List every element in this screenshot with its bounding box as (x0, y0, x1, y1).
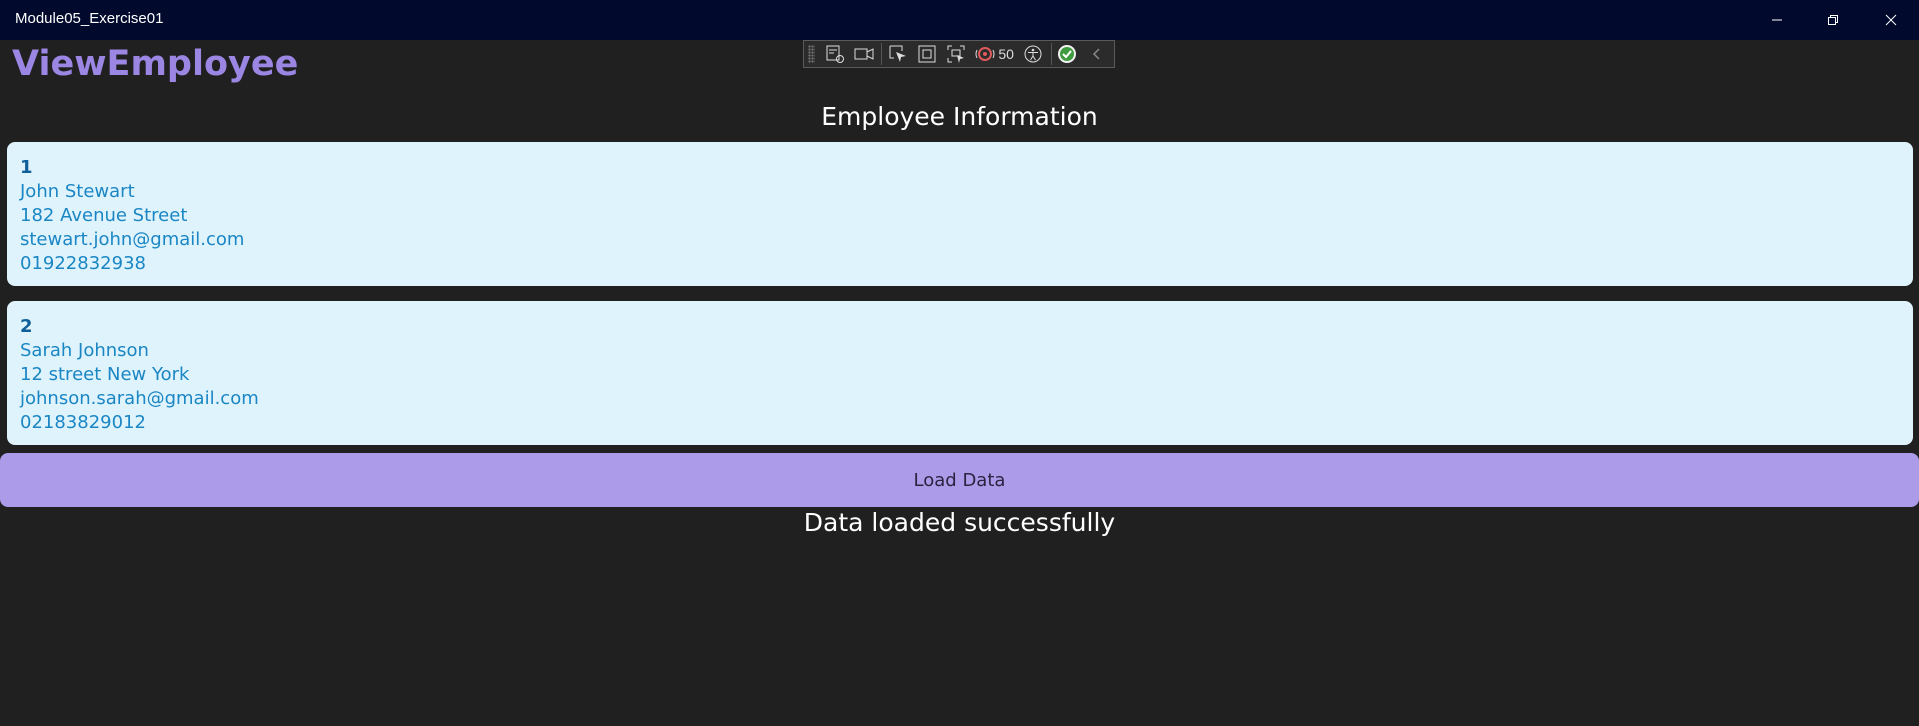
hot-reload-icon[interactable] (973, 41, 996, 67)
checkmark-icon[interactable] (1056, 41, 1079, 67)
restore-icon (1827, 14, 1839, 26)
select-element-icon[interactable] (886, 41, 909, 67)
employee-card[interactable]: 1 John Stewart 182 Avenue Street stewart… (7, 142, 1913, 286)
chevron-left-icon[interactable] (1085, 41, 1108, 67)
close-button[interactable] (1863, 0, 1919, 40)
employee-address: 182 Avenue Street (20, 205, 188, 226)
live-visual-tree-icon[interactable] (823, 41, 846, 67)
window-titlebar: Module05_Exercise01 (0, 0, 1919, 40)
load-data-button[interactable]: Load Data (0, 453, 1919, 507)
close-icon (1885, 14, 1897, 26)
minimize-icon (1771, 14, 1783, 26)
track-focus-icon[interactable] (944, 41, 967, 67)
video-camera-icon[interactable] (852, 41, 875, 67)
toolbar-separator (881, 43, 883, 65)
toolbar-grip-handle[interactable] (808, 45, 816, 63)
xaml-debug-toolbar: 50 (803, 40, 1115, 68)
employee-address: 12 street New York (20, 364, 190, 385)
minimize-button[interactable] (1749, 0, 1805, 40)
display-layout-adorners-icon[interactable] (915, 41, 938, 67)
restore-button[interactable] (1805, 0, 1861, 40)
hot-reload-count: 50 (998, 46, 1014, 62)
toolbar-separator (1051, 43, 1052, 65)
employee-email: johnson.sarah@gmail.com (20, 388, 259, 409)
employee-phone: 02183829012 (20, 412, 146, 433)
employee-card[interactable]: 2 Sarah Johnson 12 street New York johns… (7, 301, 1913, 445)
page-title: ViewEmployee (12, 44, 299, 84)
employee-name: John Stewart (20, 181, 135, 202)
employee-id: 1 (20, 157, 33, 178)
employee-name: Sarah Johnson (20, 340, 149, 361)
status-message: Data loaded successfully (803, 508, 1116, 537)
accessibility-icon[interactable] (1022, 41, 1045, 67)
employee-id: 2 (20, 316, 33, 337)
employee-phone: 01922832938 (20, 253, 146, 274)
section-heading: Employee Information (821, 102, 1098, 131)
employee-email: stewart.john@gmail.com (20, 229, 245, 250)
window-title: Module05_Exercise01 (15, 10, 164, 27)
